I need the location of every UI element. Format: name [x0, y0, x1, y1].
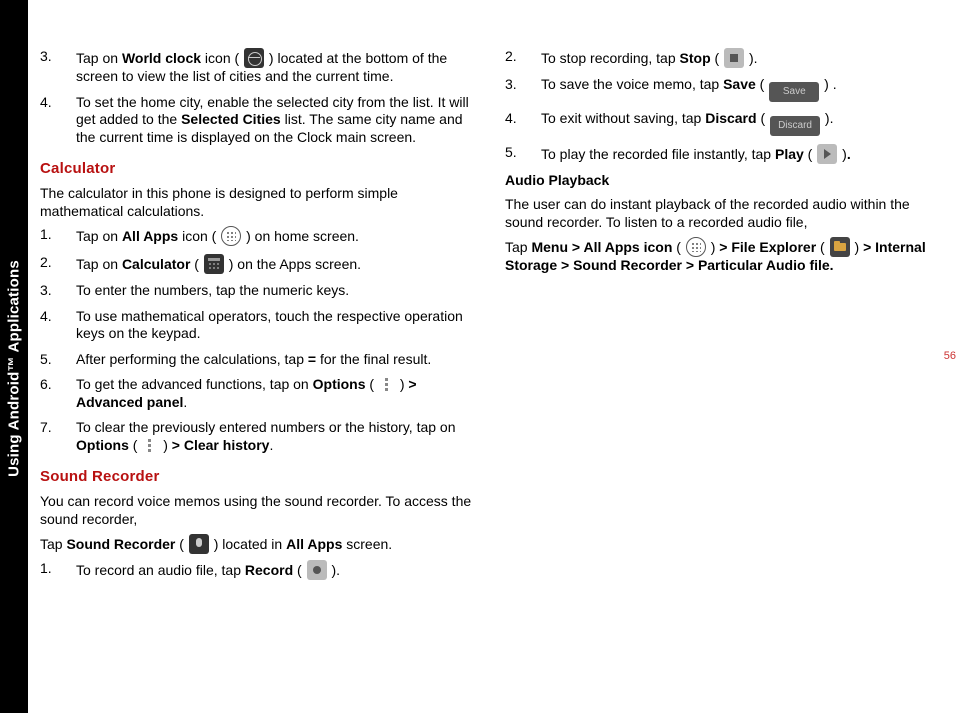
all-apps-icon: [686, 237, 706, 257]
calculator-icon: [204, 254, 224, 274]
right-column: 2. To stop recording, tap Stop ( ). 3. T…: [505, 48, 940, 588]
stop-icon: [724, 48, 744, 68]
bold-world-clock: World clock: [122, 50, 201, 66]
audio-playback-intro: The user can do instant playback of the …: [505, 196, 940, 231]
options-menu-icon: [380, 378, 394, 392]
discard-button-icon: Discard: [770, 116, 820, 136]
heading-calculator: Calculator: [40, 160, 475, 177]
sr-step-1: 1. To record an audio file, tap Record (…: [40, 560, 475, 580]
file-explorer-icon: [830, 237, 850, 257]
sound-recorder-steps-1: 1. To record an audio file, tap Record (…: [40, 560, 475, 580]
step-3: 3. Tap on World clock icon ( ) located a…: [40, 48, 475, 86]
play-icon: [817, 144, 837, 164]
sidebar-tab: Using Android™ Applications: [0, 0, 28, 713]
heading-sound-recorder: Sound Recorder: [40, 468, 475, 485]
calc-step-6: 6. To get the advanced functions, tap on…: [40, 376, 475, 411]
calc-step-4: 4. To use mathematical operators, touch …: [40, 308, 475, 343]
left-column: 3. Tap on World clock icon ( ) located a…: [40, 48, 475, 588]
options-menu-icon: [143, 439, 157, 453]
sr-step-2: 2. To stop recording, tap Stop ( ).: [505, 48, 940, 68]
sound-recorder-steps-2-5: 2. To stop recording, tap Stop ( ). 3. T…: [505, 48, 940, 164]
sound-recorder-intro: You can record voice memos using the sou…: [40, 493, 475, 528]
calc-step-1: 1. Tap on All Apps icon ( ) on home scre…: [40, 226, 475, 246]
sound-recorder-path: Tap Sound Recorder ( ) located in All Ap…: [40, 534, 475, 554]
clock-steps-continued: 3. Tap on World clock icon ( ) located a…: [40, 48, 475, 146]
sidebar-label: Using Android™ Applications: [6, 260, 23, 477]
step-num: 3.: [40, 48, 52, 66]
save-button-icon: Save: [769, 82, 819, 102]
sound-recorder-icon: [189, 534, 209, 554]
audio-playback-path: Tap Menu > All Apps icon ( ) > File Expl…: [505, 237, 940, 275]
world-clock-icon: [244, 48, 264, 68]
calc-step-7: 7. To clear the previously entered numbe…: [40, 419, 475, 454]
calc-step-2: 2. Tap on Calculator ( ) on the Apps scr…: [40, 254, 475, 274]
calculator-intro: The calculator in this phone is designed…: [40, 185, 475, 220]
heading-audio-playback: Audio Playback: [505, 172, 940, 188]
bold-selected-cities: Selected Cities: [181, 111, 281, 127]
calculator-steps: 1. Tap on All Apps icon ( ) on home scre…: [40, 226, 475, 454]
record-icon: [307, 560, 327, 580]
sr-step-5: 5. To play the recorded file instantly, …: [505, 144, 940, 164]
all-apps-icon: [221, 226, 241, 246]
sr-step-3: 3. To save the voice memo, tap Save ( Sa…: [505, 76, 940, 102]
calc-step-5: 5. After performing the calculations, ta…: [40, 351, 475, 369]
step-num: 4.: [40, 94, 52, 112]
step-4: 4. To set the home city, enable the sele…: [40, 94, 475, 147]
calc-step-3: 3. To enter the numbers, tap the numeric…: [40, 282, 475, 300]
sr-step-4: 4. To exit without saving, tap Discard (…: [505, 110, 940, 136]
